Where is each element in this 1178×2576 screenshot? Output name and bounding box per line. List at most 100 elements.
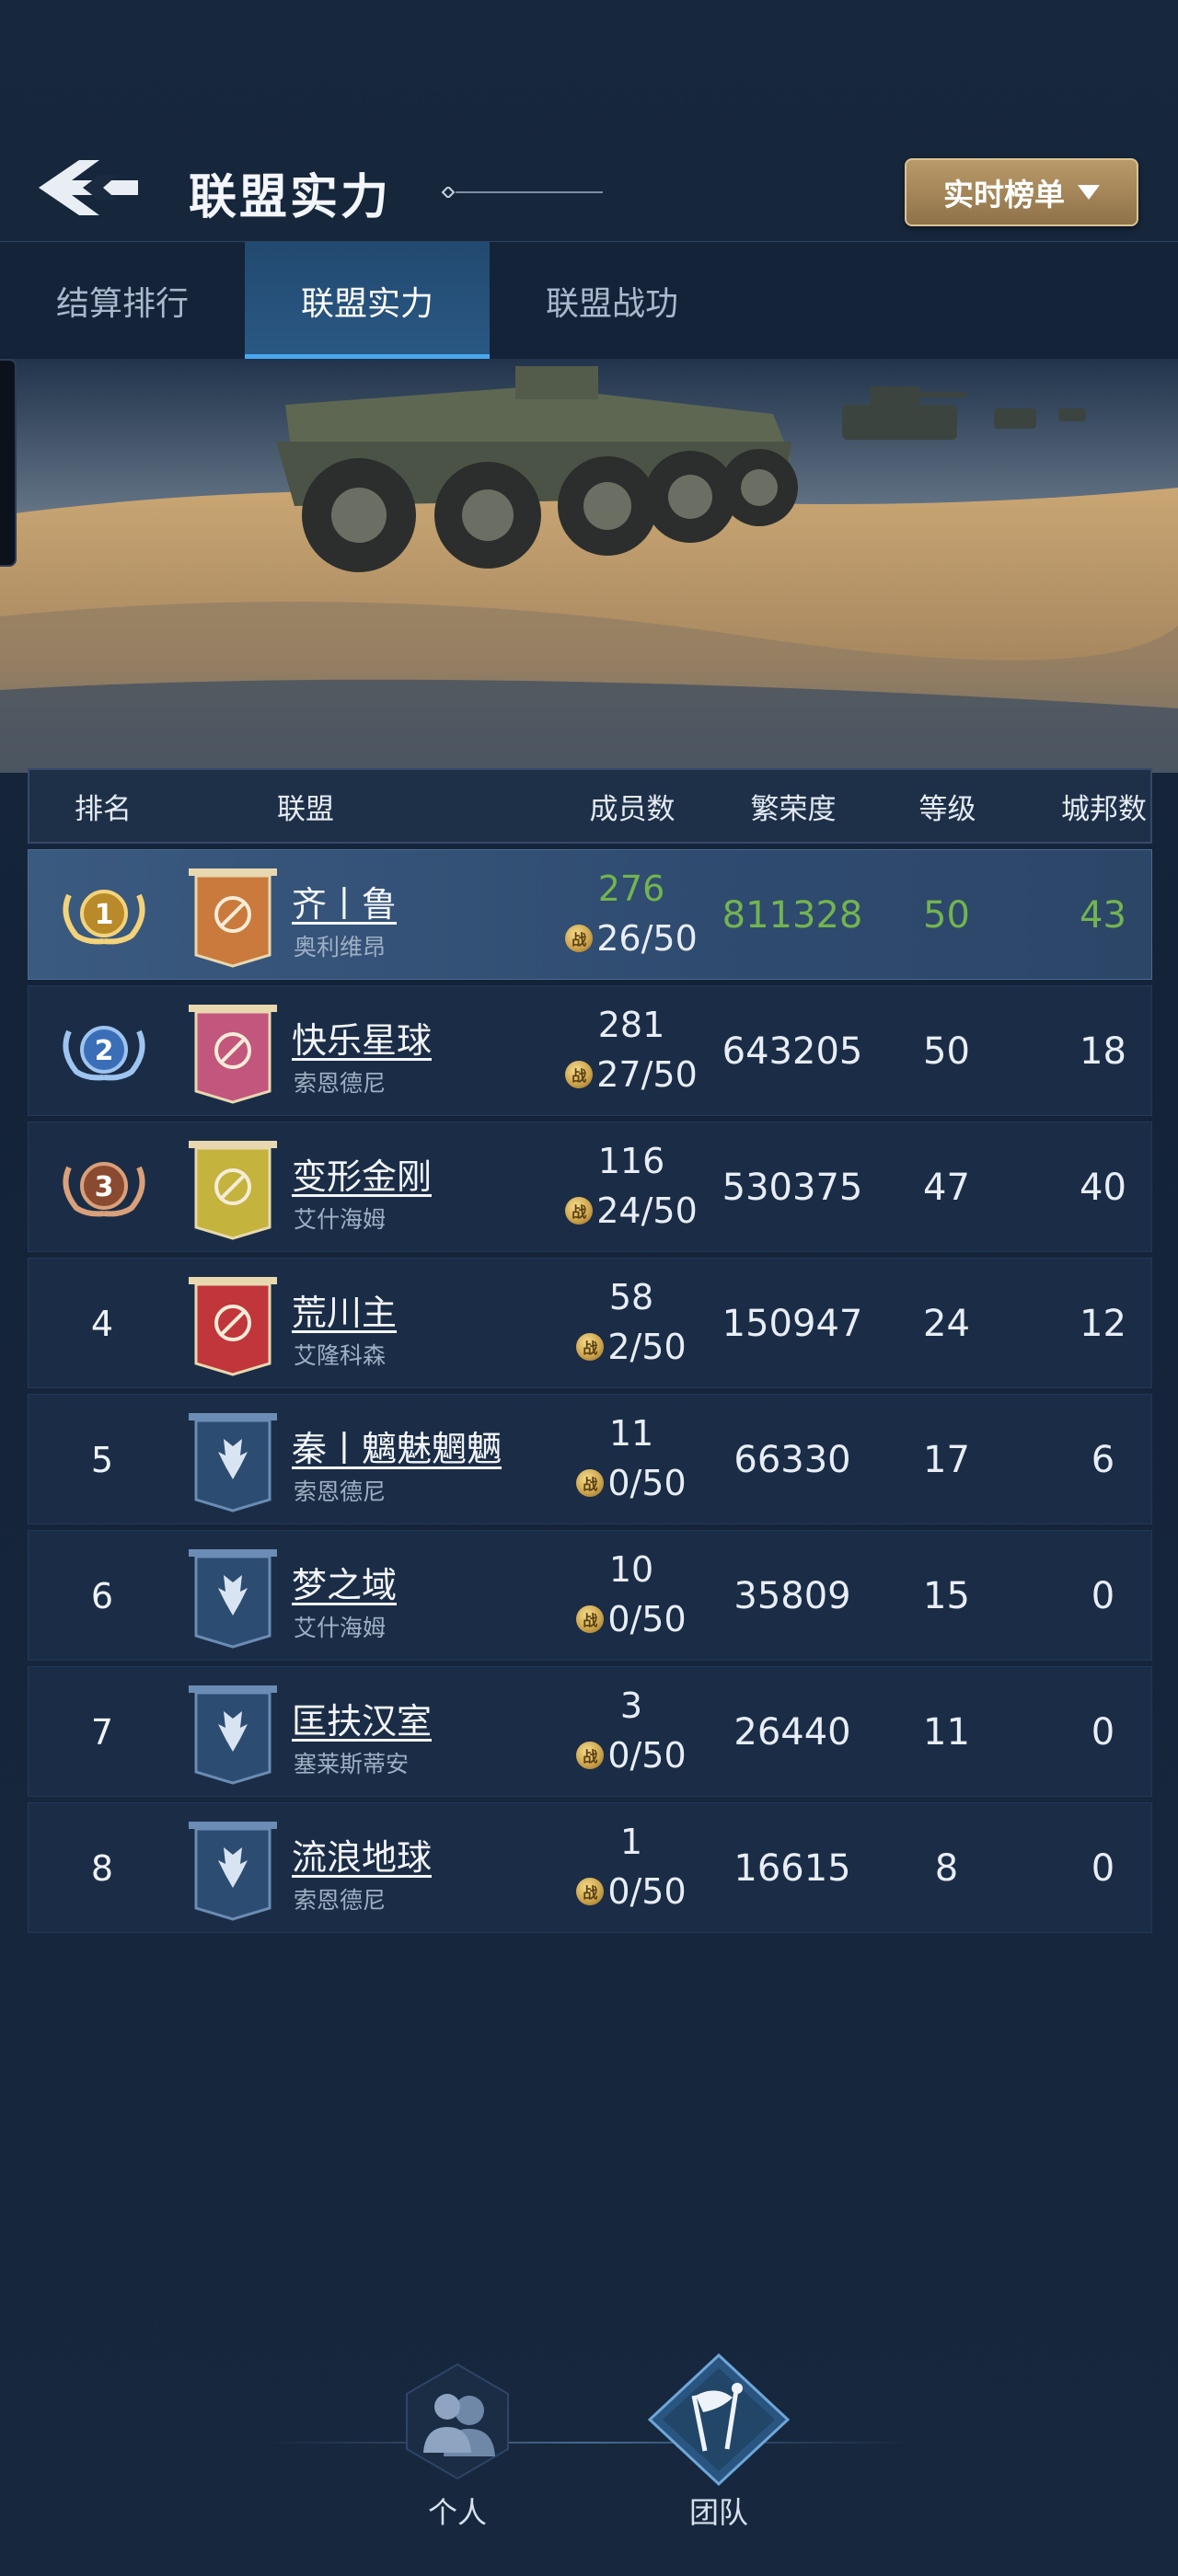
alliance-flag-icon	[183, 1275, 283, 1376]
table-row[interactable]: 6 梦之域 艾什海姆 10 战 0/50 35809 15 0	[28, 1530, 1152, 1661]
capacity-value: 0/50	[607, 1871, 687, 1912]
alliance-flag-icon	[183, 1820, 283, 1921]
alliance-name-link[interactable]: 荒川主	[292, 1284, 397, 1335]
tab-label: 结算排行	[55, 285, 189, 323]
table-row[interactable]: 1 齐丨鲁 奥利维昂 276 战 26/50 811328 50 43	[28, 849, 1152, 980]
realtime-ranking-label: 实时榜单	[943, 177, 1065, 213]
cities-value: 40	[1080, 1167, 1126, 1209]
table-body: 1 齐丨鲁 奥利维昂 276 战 26/50 811328 50 43 2 快乐…	[28, 849, 1152, 1933]
rank-medal-icon: 1	[56, 882, 152, 949]
tab-alliance-strength[interactable]: 联盟实力	[245, 242, 490, 360]
table-row[interactable]: 3 变形金刚 艾什海姆 116 战 24/50 530375 47 40	[28, 1121, 1152, 1252]
tab-alliance-merits[interactable]: 联盟战功	[490, 242, 734, 360]
prosperity-value: 530375	[722, 1167, 863, 1209]
alliance-name-link[interactable]: 秦丨魑魅魍魉	[292, 1420, 502, 1471]
cities-value: 0	[1091, 1847, 1115, 1890]
page-title: 联盟实力	[189, 170, 392, 225]
alliance-server: 艾什海姆	[294, 1206, 387, 1233]
header-cities: 城邦数	[1061, 792, 1147, 826]
nav-divider	[267, 2442, 911, 2444]
battle-coin-icon: 战	[565, 1197, 594, 1225]
alliance-flag-icon	[183, 1684, 283, 1785]
alliance-flag-icon	[183, 1547, 283, 1649]
alliance-name-link[interactable]: 变形金刚	[292, 1148, 432, 1199]
battle-coin-icon: 战	[576, 1605, 605, 1633]
nav-team[interactable]: 团队	[641, 2348, 797, 2532]
bottom-nav: 个人 团队	[0, 2346, 1178, 2567]
alliance-server: 索恩德尼	[294, 1478, 387, 1505]
rank-number: 2	[95, 1035, 114, 1067]
prosperity-value: 643205	[722, 1030, 863, 1073]
header-rank: 排名	[75, 792, 132, 826]
cities-value: 0	[1091, 1575, 1115, 1617]
rank-number: 8	[90, 1848, 114, 1889]
nav-label: 个人	[427, 2495, 487, 2530]
battle-coin-icon: 战	[576, 1469, 605, 1497]
title-decoration	[437, 184, 603, 200]
rank-number: 6	[90, 1576, 114, 1616]
level-value: 11	[923, 1711, 970, 1754]
capacity-value: 0/50	[607, 1735, 687, 1776]
alliance-name-link[interactable]: 匡扶汉室	[292, 1693, 432, 1743]
prosperity-value: 26440	[733, 1711, 851, 1754]
table-row[interactable]: 2 快乐星球 索恩德尼 281 战 27/50 643205 50 18	[28, 985, 1152, 1116]
tab-settlement-ranking[interactable]: 结算排行	[0, 242, 245, 360]
level-value: 15	[923, 1575, 970, 1617]
alliance-server: 索恩德尼	[294, 1887, 387, 1914]
capacity-value: 0/50	[607, 1599, 687, 1639]
table-row[interactable]: 5 秦丨魑魅魍魉 索恩德尼 11 战 0/50 66330 17 6	[28, 1394, 1152, 1524]
alliance-server: 索恩德尼	[294, 1070, 387, 1097]
banner-illustration	[0, 359, 1178, 773]
alliance-server: 奥利维昂	[294, 934, 387, 960]
header: 联盟实力 实时榜单	[0, 138, 1178, 239]
nav-label: 团队	[688, 2495, 748, 2530]
rank-number: 3	[95, 1171, 114, 1203]
table-row[interactable]: 7 匡扶汉室 塞莱斯蒂安 3 战 0/50 26440 11 0	[28, 1666, 1152, 1797]
tab-bar: 结算排行 联盟实力 联盟战功	[0, 241, 1178, 360]
capacity-value: 2/50	[607, 1327, 687, 1367]
rank-medal-icon: 2	[56, 1018, 152, 1085]
prosperity-value: 811328	[722, 894, 863, 937]
cities-value: 6	[1091, 1439, 1115, 1481]
level-value: 50	[923, 1030, 970, 1073]
capacity-value: 24/50	[596, 1190, 698, 1231]
battle-coin-icon: 战	[565, 925, 594, 952]
level-value: 17	[923, 1439, 970, 1481]
cities-value: 18	[1080, 1030, 1126, 1073]
table-row[interactable]: 8 流浪地球 索恩德尼 1 战 0/50 16615 8 0	[28, 1802, 1152, 1933]
level-value: 8	[934, 1847, 959, 1890]
ranking-table: 排名 联盟 成员数 繁荣度 等级 城邦数 1 齐丨鲁 奥利维昂 276 战 26…	[28, 768, 1152, 1933]
alliance-flag-icon	[183, 1411, 283, 1512]
nav-personal[interactable]: 个人	[379, 2348, 536, 2532]
tab-label: 联盟实力	[300, 285, 433, 323]
cities-value: 43	[1080, 894, 1126, 937]
alliance-server: 艾什海姆	[294, 1615, 387, 1641]
capacity-value: 26/50	[596, 918, 698, 959]
realtime-ranking-dropdown[interactable]: 实时榜单	[905, 158, 1138, 226]
prosperity-value: 150947	[722, 1303, 863, 1345]
alliance-name-link[interactable]: 齐丨鲁	[292, 876, 397, 926]
table-row[interactable]: 4 荒川主 艾隆科森 58 战 2/50 150947 24 12	[28, 1258, 1152, 1388]
rank-number: 4	[90, 1304, 114, 1344]
header-prosperity: 繁荣度	[750, 792, 837, 826]
rank-medal-icon: 3	[56, 1155, 152, 1221]
cities-value: 12	[1080, 1303, 1126, 1345]
side-drawer-handle[interactable]	[0, 359, 17, 567]
capacity-value: 0/50	[607, 1463, 687, 1503]
header-level: 等级	[918, 792, 976, 826]
alliance-name-link[interactable]: 快乐星球	[292, 1012, 432, 1063]
tab-label: 联盟战功	[545, 285, 678, 323]
team-flag-icon	[647, 2352, 791, 2487]
cities-value: 0	[1091, 1711, 1115, 1754]
battle-coin-icon: 战	[576, 1878, 605, 1905]
alliance-name-link[interactable]: 流浪地球	[292, 1829, 432, 1880]
alliance-server: 艾隆科森	[294, 1342, 387, 1369]
header-alliance: 联盟	[277, 792, 334, 826]
prosperity-value: 66330	[733, 1439, 851, 1481]
back-arrow-icon[interactable]	[35, 155, 145, 221]
alliance-name-link[interactable]: 梦之域	[292, 1557, 397, 1607]
prosperity-value: 16615	[733, 1847, 851, 1890]
battle-coin-icon: 战	[565, 1061, 594, 1088]
level-value: 50	[923, 894, 970, 937]
battle-coin-icon: 战	[576, 1333, 605, 1361]
